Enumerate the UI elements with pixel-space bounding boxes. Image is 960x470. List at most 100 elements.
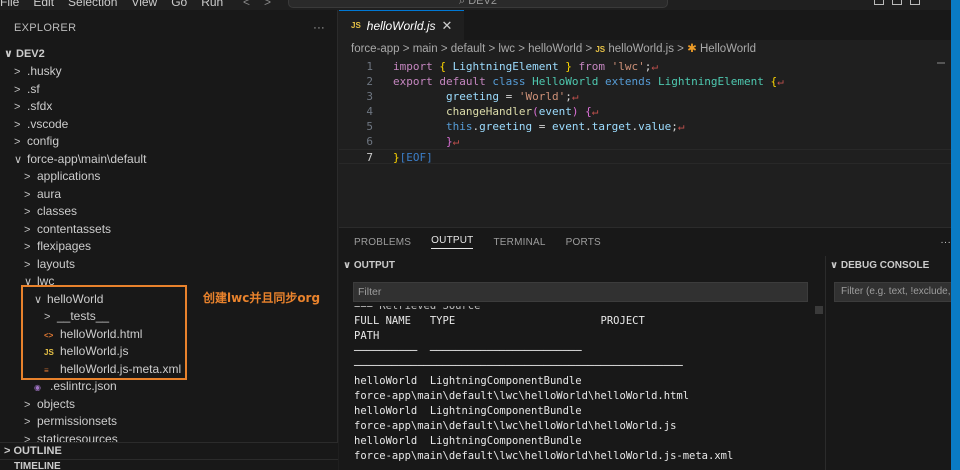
toggle-sidebar-icon[interactable] — [874, 0, 884, 5]
panel-more-icon[interactable]: ··· — [940, 237, 951, 248]
tree-item[interactable]: > permissionsets — [0, 413, 337, 431]
code-editor[interactable]: 1 import { LightningElement } from 'lwc';… — [339, 59, 951, 164]
chevron-right-icon: > — [24, 398, 31, 411]
output-line: PATH — [354, 330, 380, 342]
debug-console-header[interactable]: ∨ DEBUG CONSOLE — [826, 256, 951, 276]
annotation-highlight-box — [21, 285, 187, 380]
line-number: 6 — [366, 135, 373, 148]
tree-item[interactable]: > layouts — [0, 256, 337, 274]
tab-ports[interactable]: PORTS — [566, 237, 601, 248]
tree-item-label: config — [27, 134, 60, 148]
tree-item[interactable]: > applications — [0, 168, 337, 186]
tab-terminal[interactable]: TERMINAL — [493, 237, 545, 248]
tree-item[interactable]: ◉ .eslintrc.json — [0, 378, 337, 396]
debug-filter-input[interactable]: Filter (e.g. text, !exclude, \ — [834, 282, 960, 302]
tree-item-label: .vscode — [27, 116, 69, 131]
tab-helloworld-js[interactable]: JS helloWorld.js ✕ — [339, 10, 465, 40]
command-center-search[interactable]: ⌕ DEV2 — [288, 0, 668, 8]
chevron-right-icon: > — [14, 101, 21, 113]
line-number: 1 — [366, 60, 373, 73]
tree-item[interactable]: > contentassets — [0, 221, 337, 239]
chevron-right-icon: > — [24, 416, 31, 428]
chevron-right-icon: > — [24, 206, 31, 218]
menu-file[interactable]: File — [0, 0, 19, 9]
breadcrumb-item[interactable]: helloWorld — [528, 43, 582, 55]
tree-item[interactable]: > classes — [0, 203, 337, 221]
customize-layout-icon[interactable] — [910, 0, 920, 5]
output-line: helloWorld LightningComponentBundle — [354, 375, 582, 387]
menu-run[interactable]: Run — [201, 0, 223, 9]
tab-problems[interactable]: PROBLEMS — [354, 237, 411, 248]
line-number: 7 — [366, 151, 373, 164]
tree-item[interactable]: > .sf — [0, 81, 337, 99]
output-log[interactable]: === Retrieved Source FULL NAME TYPE PROJE… — [339, 306, 824, 470]
tree-item-label: layouts — [37, 256, 76, 271]
output-view-header[interactable]: ∨ OUTPUT — [339, 256, 824, 276]
forward-arrow-icon[interactable]: > — [264, 0, 285, 9]
workspace-root[interactable]: ∨ DEV2 — [0, 45, 337, 63]
class-symbol-icon: ✱ — [687, 43, 697, 55]
output-line: ────────────────────────────────────────… — [354, 360, 683, 372]
outline-section[interactable]: > OUTLINE — [0, 442, 338, 459]
tree-item-label: applications — [37, 169, 101, 183]
code-line: 1 import { LightningElement } from 'lwc';… — [339, 59, 951, 74]
layout-controls — [874, 0, 920, 5]
chevron-right-icon: > — [24, 188, 31, 201]
toggle-panel-icon[interactable] — [892, 0, 902, 5]
output-line: ────────── ──────────────────────── — [354, 345, 582, 357]
tree-item-label: objects — [37, 396, 76, 411]
chevron-down-icon: ∨ — [830, 260, 839, 271]
chevron-right-icon: > — [24, 223, 31, 236]
tree-item[interactable]: > .vscode — [0, 116, 337, 134]
output-filter-input[interactable]: Filter — [353, 282, 808, 302]
explorer-header: EXPLORER ··· — [0, 10, 337, 45]
rc-file-icon: ◉ — [34, 383, 41, 392]
menu-selection[interactable]: Selection — [68, 0, 117, 9]
line-number: 3 — [366, 90, 373, 103]
menu-edit[interactable]: Edit — [33, 0, 54, 9]
breadcrumb-item[interactable]: main — [413, 43, 438, 55]
tree-item-label: .husky — [27, 64, 62, 78]
tree-item[interactable]: > config — [0, 133, 337, 151]
breadcrumb-item[interactable]: lwc — [498, 43, 515, 55]
tree-item-label: .eslintrc.json — [50, 379, 117, 393]
debug-console-label: DEBUG CONSOLE — [840, 260, 930, 271]
breadcrumb-item[interactable]: force-app — [351, 43, 400, 55]
editor-area: JS helloWorld.js ✕ force-app > main > de… — [339, 10, 951, 227]
nav-arrows[interactable]: <> — [243, 0, 285, 9]
timeline-label: TIMELINE — [14, 461, 61, 470]
tree-item-label: .sf — [27, 81, 40, 96]
tree-item-label: permissionsets — [37, 414, 118, 428]
output-header-label: OUTPUT — [353, 260, 396, 271]
output-line: force-app\main\default\lwc\helloWorld\he… — [354, 450, 734, 462]
explorer-title: EXPLORER — [14, 21, 77, 34]
line-number: 2 — [366, 75, 373, 88]
tree-item[interactable]: ∨ force-app\main\default — [0, 151, 337, 169]
scrollbar[interactable] — [815, 306, 823, 314]
chevron-right-icon: > — [24, 241, 31, 253]
breadcrumb-item[interactable]: helloWorld.js — [608, 43, 674, 55]
minimap[interactable] — [937, 62, 945, 64]
tree-item-label: contentassets — [37, 221, 112, 236]
tree-item[interactable]: > aura — [0, 186, 337, 204]
tree-item[interactable]: > objects — [0, 396, 337, 414]
bottom-panel: PROBLEMS OUTPUT TERMINAL PORTS ··· ∨ OUT… — [339, 227, 960, 470]
timeline-section[interactable]: TIMELINE — [0, 459, 338, 470]
breadcrumb-item[interactable]: default — [451, 43, 486, 55]
tree-item[interactable]: > .sfdx — [0, 98, 337, 116]
tab-output[interactable]: OUTPUT — [431, 235, 474, 249]
workspace-root-label: DEV2 — [16, 48, 45, 60]
breadcrumb-item[interactable]: HelloWorld — [700, 43, 756, 55]
chevron-down-icon: ∨ — [343, 260, 352, 271]
explorer-more-icon[interactable]: ··· — [313, 22, 325, 34]
code-line: 5 this.greeting = event.target.value;↵ — [339, 119, 951, 134]
menu-view[interactable]: View — [131, 0, 157, 9]
back-arrow-icon[interactable]: < — [243, 0, 264, 9]
breadcrumb: force-app > main > default > lwc > hello… — [351, 43, 756, 55]
chevron-right-icon: > — [24, 171, 31, 183]
menu-go[interactable]: Go — [171, 0, 187, 9]
chevron-down-icon: ∨ — [4, 48, 13, 60]
close-icon[interactable]: ✕ — [442, 18, 453, 34]
tree-item[interactable]: > .husky — [0, 63, 337, 81]
tree-item[interactable]: > flexipages — [0, 238, 337, 256]
